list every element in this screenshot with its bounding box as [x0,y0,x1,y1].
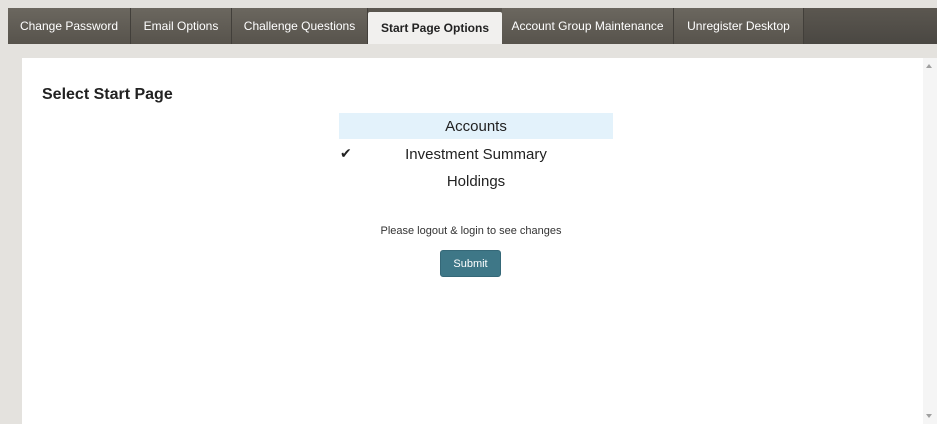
tab-unregister-desktop[interactable]: Unregister Desktop [674,8,804,44]
settings-tab-bar: Change Password Email Options Challenge … [8,8,937,44]
section-title: Select Start Page [42,86,173,103]
scroll-up-arrow-icon[interactable] [926,64,932,68]
start-page-option-accounts[interactable]: Accounts [339,113,613,139]
tab-email-options[interactable]: Email Options [131,8,232,44]
scroll-down-arrow-icon[interactable] [926,414,932,418]
logout-notice: Please logout & login to see changes [380,225,562,237]
start-page-option-holdings[interactable]: Holdings [339,168,613,194]
submit-button[interactable]: Submit [440,250,501,277]
start-page-option-investment-summary[interactable]: Investment Summary [339,141,613,167]
tab-change-password[interactable]: Change Password [8,8,131,44]
vertical-scrollbar[interactable] [923,58,937,424]
tab-start-page-options[interactable]: Start Page Options [368,12,502,44]
tab-challenge-questions[interactable]: Challenge Questions [232,8,368,44]
tab-account-group-maintenance[interactable]: Account Group Maintenance [502,8,674,44]
